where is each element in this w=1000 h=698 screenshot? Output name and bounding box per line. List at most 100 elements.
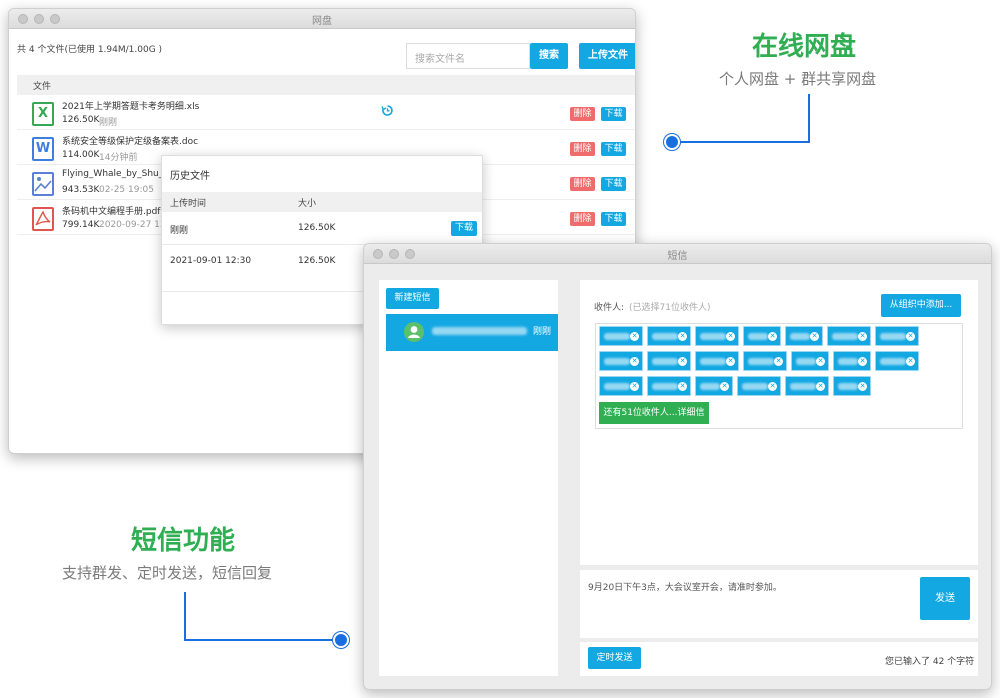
message-input[interactable]: 9月20日下午3点，大会议室开会，请准时参加。 — [588, 580, 908, 593]
remove-icon[interactable]: ✕ — [726, 357, 735, 366]
download-button[interactable]: 下载 — [601, 142, 626, 156]
recipient-chip[interactable]: ✕ — [791, 351, 829, 371]
recipient-chip[interactable]: ✕ — [695, 326, 739, 346]
recipient-chip[interactable]: ✕ — [743, 326, 781, 346]
window-title: 短信 — [667, 251, 688, 262]
recipients-panel: 收件人: (已选择71位收件人) 从组织中添加... ✕ ✕ ✕ ✕ ✕ ✕ ✕… — [580, 280, 978, 565]
remove-icon[interactable]: ✕ — [678, 332, 687, 341]
sms-feature-subtitle: 支持群发、定时发送，短信回复 — [62, 564, 273, 582]
file-size: 114.00K — [62, 150, 100, 160]
remove-icon[interactable]: ✕ — [816, 357, 825, 366]
download-button[interactable]: 下载 — [601, 177, 626, 191]
download-button[interactable]: 下载 — [601, 107, 626, 121]
recipient-chip[interactable]: ✕ — [875, 326, 919, 346]
remove-icon[interactable]: ✕ — [906, 332, 915, 341]
recipients-box[interactable]: ✕ ✕ ✕ ✕ ✕ ✕ ✕ ✕ ✕ ✕ ✕ ✕ ✕ ✕ ✕ ✕ ✕ ✕ ✕ ✕ … — [595, 323, 963, 440]
recipient-chip[interactable]: ✕ — [743, 351, 787, 371]
recipient-chip[interactable]: ✕ — [647, 376, 691, 396]
connector-dot — [664, 134, 680, 150]
remove-icon[interactable]: ✕ — [726, 332, 735, 341]
recipient-chip[interactable]: ✕ — [833, 351, 871, 371]
recipient-chip[interactable]: ✕ — [833, 376, 871, 396]
remove-icon[interactable]: ✕ — [810, 332, 819, 341]
search-button[interactable]: 搜索 — [530, 43, 568, 69]
recipient-chip[interactable]: ✕ — [695, 351, 739, 371]
remove-icon[interactable]: ✕ — [678, 357, 687, 366]
send-button[interactable]: 发送 — [920, 577, 970, 620]
delete-button[interactable]: 删除 — [570, 142, 595, 156]
remove-icon[interactable]: ✕ — [720, 382, 729, 391]
history-col-time: 上传时间 — [170, 199, 207, 209]
remove-icon[interactable]: ✕ — [630, 382, 639, 391]
conversation-item[interactable]: 刚刚 — [386, 314, 558, 351]
history-col-size: 大小 — [298, 199, 317, 209]
remove-icon[interactable]: ✕ — [678, 382, 687, 391]
file-name: 系统安全等级保护定级备案表.doc — [62, 137, 199, 147]
file-list-header: 文件 — [17, 75, 635, 95]
history-row-size: 126.50K — [298, 256, 336, 266]
recipient-chip[interactable]: ✕ — [785, 326, 823, 346]
history-title: 历史文件 — [170, 171, 210, 182]
char-count: 您已输入了 42 个字符 — [885, 657, 975, 667]
file-size: 126.50K — [62, 115, 100, 125]
remove-icon[interactable]: ✕ — [768, 382, 777, 391]
file-size: 943.53K — [62, 185, 100, 195]
history-icon[interactable] — [381, 104, 394, 117]
remove-icon[interactable]: ✕ — [630, 357, 639, 366]
file-time: 刚刚 — [99, 118, 118, 128]
delete-button[interactable]: 删除 — [570, 212, 595, 226]
recipient-chip[interactable]: ✕ — [737, 376, 781, 396]
excel-icon: X — [32, 102, 54, 126]
add-from-org-button[interactable]: 从组织中添加... — [881, 294, 961, 317]
pdf-icon — [32, 207, 54, 231]
connector-line — [672, 141, 810, 143]
word-icon: W — [32, 137, 54, 161]
recipient-chip[interactable]: ✕ — [875, 351, 919, 371]
remove-icon[interactable]: ✕ — [816, 382, 825, 391]
recipients-hint: (已选择71位收件人) — [629, 303, 711, 313]
more-recipients-button[interactable]: 还有51位收件人...详细信息 — [599, 402, 709, 440]
delete-button[interactable]: 删除 — [570, 107, 595, 121]
image-icon — [32, 172, 54, 196]
window-title: 网盘 — [312, 16, 332, 27]
recipient-chip[interactable]: ✕ — [599, 351, 643, 371]
message-panel: 9月20日下午3点，大会议室开会，请准时参加。 发送 — [580, 570, 978, 638]
remove-icon[interactable]: ✕ — [858, 382, 867, 391]
recipients-label: 收件人: — [594, 303, 625, 313]
file-time: 02-25 19:05 — [99, 185, 154, 195]
remove-icon[interactable]: ✕ — [630, 332, 639, 341]
recipient-chip[interactable]: ✕ — [647, 351, 691, 371]
remove-icon[interactable]: ✕ — [774, 357, 783, 366]
conversation-time: 刚刚 — [533, 327, 552, 337]
recipient-chip[interactable]: ✕ — [827, 326, 871, 346]
search-input[interactable]: 搜索文件名 — [406, 43, 530, 69]
remove-icon[interactable]: ✕ — [858, 332, 867, 341]
avatar — [404, 322, 424, 342]
recipient-chip[interactable]: ✕ — [695, 376, 733, 396]
title-bar: 短信 — [364, 244, 991, 264]
recipient-chip[interactable]: ✕ — [647, 326, 691, 346]
download-button[interactable]: 下载 — [601, 212, 626, 226]
recipient-chip[interactable]: ✕ — [599, 376, 643, 396]
history-row-size: 126.50K — [298, 223, 336, 233]
upload-button[interactable]: 上传文件 — [579, 43, 635, 69]
footer-panel: 定时发送 您已输入了 42 个字符 — [580, 642, 978, 676]
sms-window: 短信 新建短信 刚刚 收件人: (已选择71位收件人) 从组织中添加... ✕ … — [363, 243, 992, 690]
history-download-button[interactable]: 下载 — [451, 221, 477, 236]
file-size: 799.14K — [62, 220, 100, 230]
file-time: 14分钟前 — [99, 153, 138, 163]
recipient-chip[interactable]: ✕ — [785, 376, 829, 396]
recipient-chip[interactable]: ✕ — [599, 326, 643, 346]
delete-button[interactable]: 删除 — [570, 177, 595, 191]
file-row[interactable]: X 2021年上学期答题卡考务明细.xls 126.50K 刚刚 删除 下载 — [17, 96, 635, 130]
new-sms-button[interactable]: 新建短信 — [386, 288, 439, 309]
conversation-list: 新建短信 刚刚 — [379, 280, 558, 676]
blurred-names — [432, 327, 527, 335]
remove-icon[interactable]: ✕ — [768, 332, 777, 341]
disk-feature-subtitle: 个人网盘 + 群共享网盘 — [719, 70, 877, 88]
schedule-send-button[interactable]: 定时发送 — [588, 647, 641, 669]
storage-summary: 共 4 个文件(已使用 1.94M/1.00G ) — [17, 45, 163, 55]
remove-icon[interactable]: ✕ — [906, 357, 915, 366]
remove-icon[interactable]: ✕ — [858, 357, 867, 366]
history-row-time: 刚刚 — [170, 226, 189, 236]
